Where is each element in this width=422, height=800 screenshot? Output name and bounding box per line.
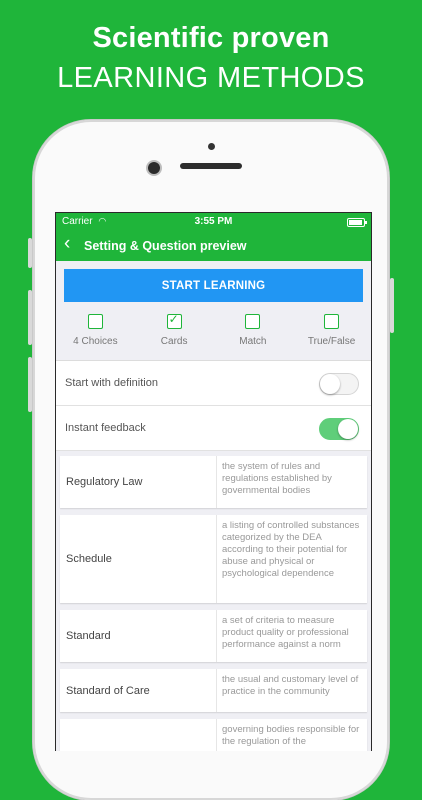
term-name: Schedule	[66, 553, 112, 565]
mode-label: 4 Choices	[73, 336, 118, 347]
mode-selector: 4 Choices Cards Match True/False	[56, 312, 371, 361]
term-card[interactable]: Regulatory Law the system of rules and r…	[60, 456, 367, 508]
phone-mute-switch	[28, 238, 32, 268]
status-time: 3:55 PM	[194, 216, 233, 227]
proximity-sensor	[208, 143, 215, 150]
term-definition: governing bodies responsible for the reg…	[216, 719, 367, 751]
term-list: Regulatory Law the system of rules and r…	[56, 451, 371, 751]
mode-label: True/False	[307, 336, 356, 347]
term-card[interactable]: Schedule a listing of controlled substan…	[60, 515, 367, 603]
checkbox-icon[interactable]	[245, 314, 261, 329]
term-definition: the system of rules and regulations esta…	[216, 456, 367, 508]
phone-volume-up	[28, 290, 32, 345]
mode-label: Match	[239, 336, 267, 347]
status-bar: Carrier ◠ 3:55 PM	[56, 213, 371, 231]
headline-subtitle: LEARNING METHODS	[57, 62, 365, 94]
term-name	[60, 719, 216, 751]
phone-power-button	[390, 278, 394, 333]
term-card[interactable]: Standard a set of criteria to measure pr…	[60, 610, 367, 662]
term-definition: a set of criteria to measure product qua…	[216, 610, 367, 662]
battery-icon	[347, 218, 367, 227]
term-definition: a listing of controlled substances categ…	[216, 515, 367, 603]
term-card[interactable]: Standard of Care the usual and customary…	[60, 669, 367, 712]
back-chevron-icon[interactable]: ‹	[64, 234, 70, 254]
headline-title: Scientific proven	[92, 22, 330, 54]
start-learning-button[interactable]: START LEARNING	[64, 269, 363, 302]
setting-start-with-definition: Start with definition	[56, 361, 371, 406]
mode-true-false[interactable]: True/False	[292, 314, 371, 360]
earpiece-speaker	[180, 163, 242, 169]
app-screen: Carrier ◠ 3:55 PM ‹ Setting & Question p…	[55, 212, 372, 751]
term-name: Standard of Care	[66, 684, 150, 697]
term-name: Regulatory Law	[66, 476, 143, 488]
mode-cards[interactable]: Cards	[135, 312, 214, 360]
phone-volume-down	[28, 357, 32, 412]
mode-match[interactable]: Match	[214, 314, 293, 360]
term-card[interactable]: governing bodies responsible for the reg…	[60, 719, 367, 751]
setting-label: Start with definition	[65, 377, 158, 389]
mode-label: Cards	[160, 336, 188, 347]
term-definition: the usual and customary level of practic…	[216, 669, 367, 712]
front-camera-icon	[148, 162, 160, 174]
page-title: Setting & Question preview	[84, 239, 247, 253]
checkbox-icon[interactable]	[87, 314, 103, 329]
setting-label: Instant feedback	[65, 422, 146, 434]
setting-instant-feedback: Instant feedback	[56, 406, 371, 451]
checkbox-icon[interactable]	[324, 314, 340, 329]
term-name: Standard	[66, 630, 111, 642]
mode-4-choices[interactable]: 4 Choices	[56, 314, 135, 360]
checkbox-checked-icon[interactable]	[166, 312, 182, 329]
start-with-definition-toggle[interactable]	[319, 373, 359, 395]
nav-bar: ‹ Setting & Question preview	[56, 231, 371, 261]
instant-feedback-toggle[interactable]	[319, 418, 359, 440]
